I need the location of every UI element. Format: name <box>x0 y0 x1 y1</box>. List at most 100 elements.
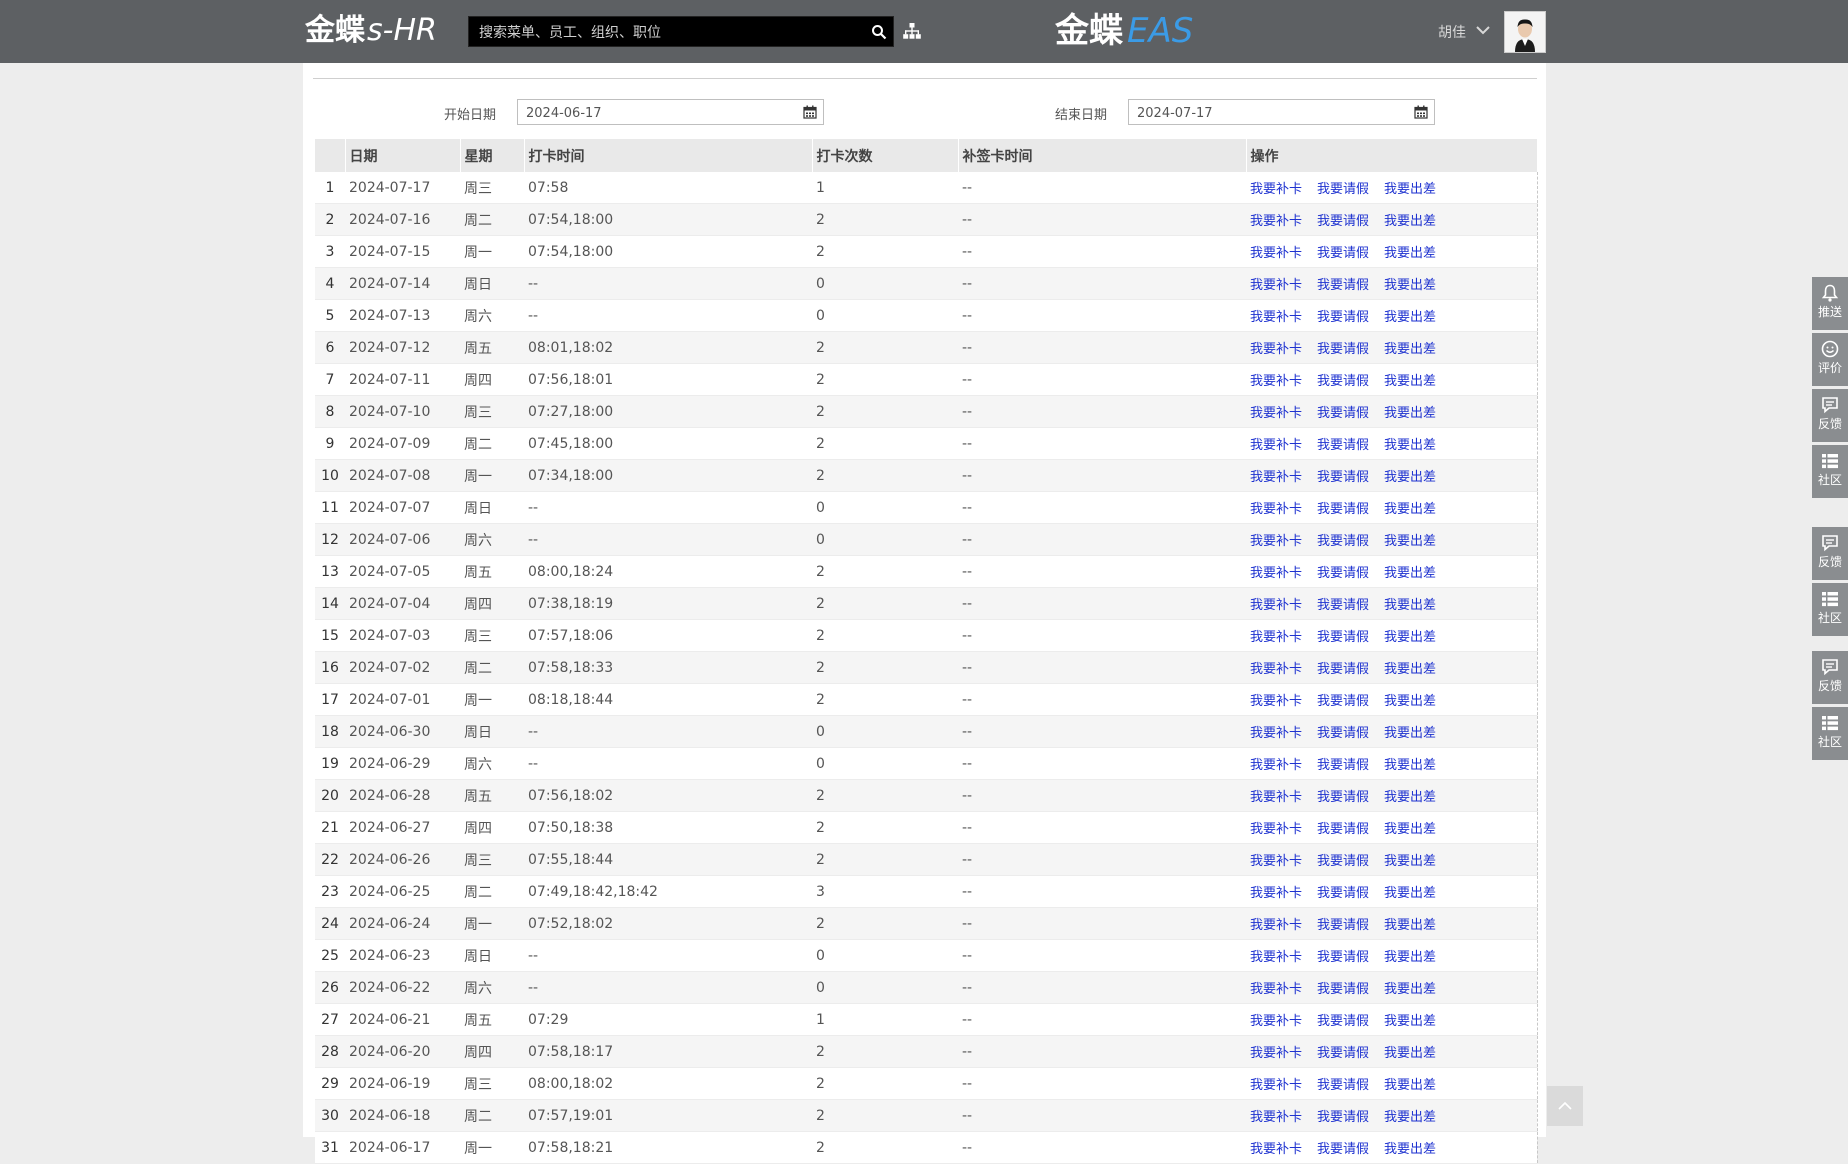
search-input[interactable] <box>477 17 861 48</box>
apply-business-trip-link[interactable]: 我要出差 <box>1384 758 1436 773</box>
apply-business-trip-link[interactable]: 我要出差 <box>1384 406 1436 421</box>
apply-missed-punch-link[interactable]: 我要补卡 <box>1250 1046 1302 1061</box>
apply-missed-punch-link[interactable]: 我要补卡 <box>1250 854 1302 869</box>
sidebar-btn-chat[interactable]: 反馈 <box>1812 389 1848 442</box>
apply-business-trip-link[interactable]: 我要出差 <box>1384 310 1436 325</box>
apply-business-trip-link[interactable]: 我要出差 <box>1384 950 1436 965</box>
apply-missed-punch-link[interactable]: 我要补卡 <box>1250 406 1302 421</box>
apply-business-trip-link[interactable]: 我要出差 <box>1384 502 1436 517</box>
apply-business-trip-link[interactable]: 我要出差 <box>1384 854 1436 869</box>
table-row[interactable]: 10 2024-07-08 周一 07:34,18:00 2 -- 我要补卡 我要请假 我要出差 <box>315 459 1538 492</box>
apply-leave-link[interactable]: 我要请假 <box>1317 310 1369 325</box>
apply-leave-link[interactable]: 我要请假 <box>1317 406 1369 421</box>
table-row[interactable]: 13 2024-07-05 周五 08:00,18:24 2 -- 我要补卡 我要请假 我要出差 <box>315 555 1538 588</box>
apply-missed-punch-link[interactable]: 我要补卡 <box>1250 886 1302 901</box>
col-header-resign-time[interactable]: 补签卡时间 <box>958 139 1247 172</box>
table-row[interactable]: 22 2024-06-26 周三 07:55,18:44 2 -- 我要补卡 我要请假 我要出差 <box>315 843 1538 876</box>
apply-business-trip-link[interactable]: 我要出差 <box>1384 214 1436 229</box>
apply-leave-link[interactable]: 我要请假 <box>1317 534 1369 549</box>
apply-leave-link[interactable]: 我要请假 <box>1317 630 1369 645</box>
apply-business-trip-link[interactable]: 我要出差 <box>1384 918 1436 933</box>
apply-missed-punch-link[interactable]: 我要补卡 <box>1250 470 1302 485</box>
apply-business-trip-link[interactable]: 我要出差 <box>1384 342 1436 357</box>
apply-missed-punch-link[interactable]: 我要补卡 <box>1250 726 1302 741</box>
apply-missed-punch-link[interactable]: 我要补卡 <box>1250 1142 1302 1157</box>
apply-business-trip-link[interactable]: 我要出差 <box>1384 822 1436 837</box>
apply-business-trip-link[interactable]: 我要出差 <box>1384 694 1436 709</box>
apply-business-trip-link[interactable]: 我要出差 <box>1384 1046 1436 1061</box>
apply-leave-link[interactable]: 我要请假 <box>1317 438 1369 453</box>
back-to-top-button[interactable] <box>1547 1086 1583 1126</box>
apply-missed-punch-link[interactable]: 我要补卡 <box>1250 246 1302 261</box>
apply-missed-punch-link[interactable]: 我要补卡 <box>1250 662 1302 677</box>
search-icon[interactable] <box>871 24 887 40</box>
table-row[interactable]: 16 2024-07-02 周二 07:58,18:33 2 -- 我要补卡 我要请假 我要出差 <box>315 651 1538 684</box>
apply-missed-punch-link[interactable]: 我要补卡 <box>1250 1078 1302 1093</box>
start-date-field[interactable] <box>517 99 824 126</box>
apply-leave-link[interactable]: 我要请假 <box>1317 566 1369 581</box>
table-row[interactable]: 25 2024-06-23 周日 -- 0 -- 我要补卡 我要请假 我要出差 <box>315 939 1538 972</box>
apply-business-trip-link[interactable]: 我要出差 <box>1384 1014 1436 1029</box>
apply-leave-link[interactable]: 我要请假 <box>1317 918 1369 933</box>
apply-leave-link[interactable]: 我要请假 <box>1317 214 1369 229</box>
table-row[interactable]: 14 2024-07-04 周四 07:38,18:19 2 -- 我要补卡 我要请假 我要出差 <box>315 587 1538 620</box>
apply-leave-link[interactable]: 我要请假 <box>1317 886 1369 901</box>
apply-leave-link[interactable]: 我要请假 <box>1317 1110 1369 1125</box>
table-row[interactable]: 30 2024-06-18 周二 07:57,19:01 2 -- 我要补卡 我要请假 我要出差 <box>315 1099 1538 1132</box>
sidebar-btn-chat[interactable]: 反馈 <box>1812 527 1848 580</box>
apply-missed-punch-link[interactable]: 我要补卡 <box>1250 950 1302 965</box>
apply-leave-link[interactable]: 我要请假 <box>1317 854 1369 869</box>
apply-leave-link[interactable]: 我要请假 <box>1317 758 1369 773</box>
apply-leave-link[interactable]: 我要请假 <box>1317 726 1369 741</box>
table-row[interactable]: 20 2024-06-28 周五 07:56,18:02 2 -- 我要补卡 我要请假 我要出差 <box>315 779 1538 812</box>
apply-leave-link[interactable]: 我要请假 <box>1317 342 1369 357</box>
apply-missed-punch-link[interactable]: 我要补卡 <box>1250 438 1302 453</box>
apply-missed-punch-link[interactable]: 我要补卡 <box>1250 374 1302 389</box>
apply-missed-punch-link[interactable]: 我要补卡 <box>1250 758 1302 773</box>
apply-business-trip-link[interactable]: 我要出差 <box>1384 1142 1436 1157</box>
apply-missed-punch-link[interactable]: 我要补卡 <box>1250 1014 1302 1029</box>
apply-missed-punch-link[interactable]: 我要补卡 <box>1250 502 1302 517</box>
apply-business-trip-link[interactable]: 我要出差 <box>1384 182 1436 197</box>
username[interactable]: 胡佳 <box>1438 22 1466 42</box>
apply-leave-link[interactable]: 我要请假 <box>1317 982 1369 997</box>
apply-leave-link[interactable]: 我要请假 <box>1317 950 1369 965</box>
apply-missed-punch-link[interactable]: 我要补卡 <box>1250 982 1302 997</box>
apply-leave-link[interactable]: 我要请假 <box>1317 182 1369 197</box>
table-row[interactable]: 3 2024-07-15 周一 07:54,18:00 2 -- 我要补卡 我要请假 我要出差 <box>315 235 1538 268</box>
apply-business-trip-link[interactable]: 我要出差 <box>1384 438 1436 453</box>
apply-missed-punch-link[interactable]: 我要补卡 <box>1250 534 1302 549</box>
table-row[interactable]: 23 2024-06-25 周二 07:49,18:42,18:42 3 -- 我要补卡 我要… <box>315 875 1538 908</box>
table-row[interactable]: 31 2024-06-17 周一 07:58,18:21 2 -- 我要补卡 我要请假 我要出差 <box>315 1131 1538 1164</box>
start-date-input[interactable] <box>524 100 778 126</box>
sidebar-btn-grid[interactable]: 社区 <box>1812 707 1848 760</box>
sidebar-btn-grid[interactable]: 社区 <box>1812 445 1848 498</box>
table-row[interactable]: 9 2024-07-09 周二 07:45,18:00 2 -- 我要补卡 我要请假 我要出差 <box>315 427 1538 460</box>
table-row[interactable]: 28 2024-06-20 周四 07:58,18:17 2 -- 我要补卡 我要请假 我要出差 <box>315 1035 1538 1068</box>
end-date-field[interactable] <box>1128 99 1435 126</box>
apply-leave-link[interactable]: 我要请假 <box>1317 822 1369 837</box>
apply-leave-link[interactable]: 我要请假 <box>1317 598 1369 613</box>
table-row[interactable]: 7 2024-07-11 周四 07:56,18:01 2 -- 我要补卡 我要请假 我要出差 <box>315 363 1538 396</box>
apply-missed-punch-link[interactable]: 我要补卡 <box>1250 630 1302 645</box>
apply-missed-punch-link[interactable]: 我要补卡 <box>1250 182 1302 197</box>
apply-business-trip-link[interactable]: 我要出差 <box>1384 470 1436 485</box>
col-header-punch-times[interactable]: 打卡时间 <box>524 139 813 172</box>
shr-logo[interactable]: 金蝶s-HR <box>305 12 437 50</box>
table-row[interactable]: 19 2024-06-29 周六 -- 0 -- 我要补卡 我要请假 我要出差 <box>315 747 1538 780</box>
apply-leave-link[interactable]: 我要请假 <box>1317 1046 1369 1061</box>
chevron-down-icon[interactable] <box>1475 24 1491 36</box>
apply-leave-link[interactable]: 我要请假 <box>1317 662 1369 677</box>
apply-leave-link[interactable]: 我要请假 <box>1317 790 1369 805</box>
table-row[interactable]: 18 2024-06-30 周日 -- 0 -- 我要补卡 我要请假 我要出差 <box>315 715 1538 748</box>
apply-business-trip-link[interactable]: 我要出差 <box>1384 886 1436 901</box>
col-header-weekday[interactable]: 星期 <box>460 139 525 172</box>
table-row[interactable]: 27 2024-06-21 周五 07:29 1 -- 我要补卡 我要请假 我要出差 <box>315 1003 1538 1036</box>
sidebar-btn-smiley[interactable]: 评价 <box>1812 333 1848 386</box>
apply-business-trip-link[interactable]: 我要出差 <box>1384 598 1436 613</box>
end-date-input[interactable] <box>1135 100 1389 126</box>
apply-leave-link[interactable]: 我要请假 <box>1317 1142 1369 1157</box>
apply-missed-punch-link[interactable]: 我要补卡 <box>1250 278 1302 293</box>
apply-leave-link[interactable]: 我要请假 <box>1317 1078 1369 1093</box>
apply-business-trip-link[interactable]: 我要出差 <box>1384 662 1436 677</box>
